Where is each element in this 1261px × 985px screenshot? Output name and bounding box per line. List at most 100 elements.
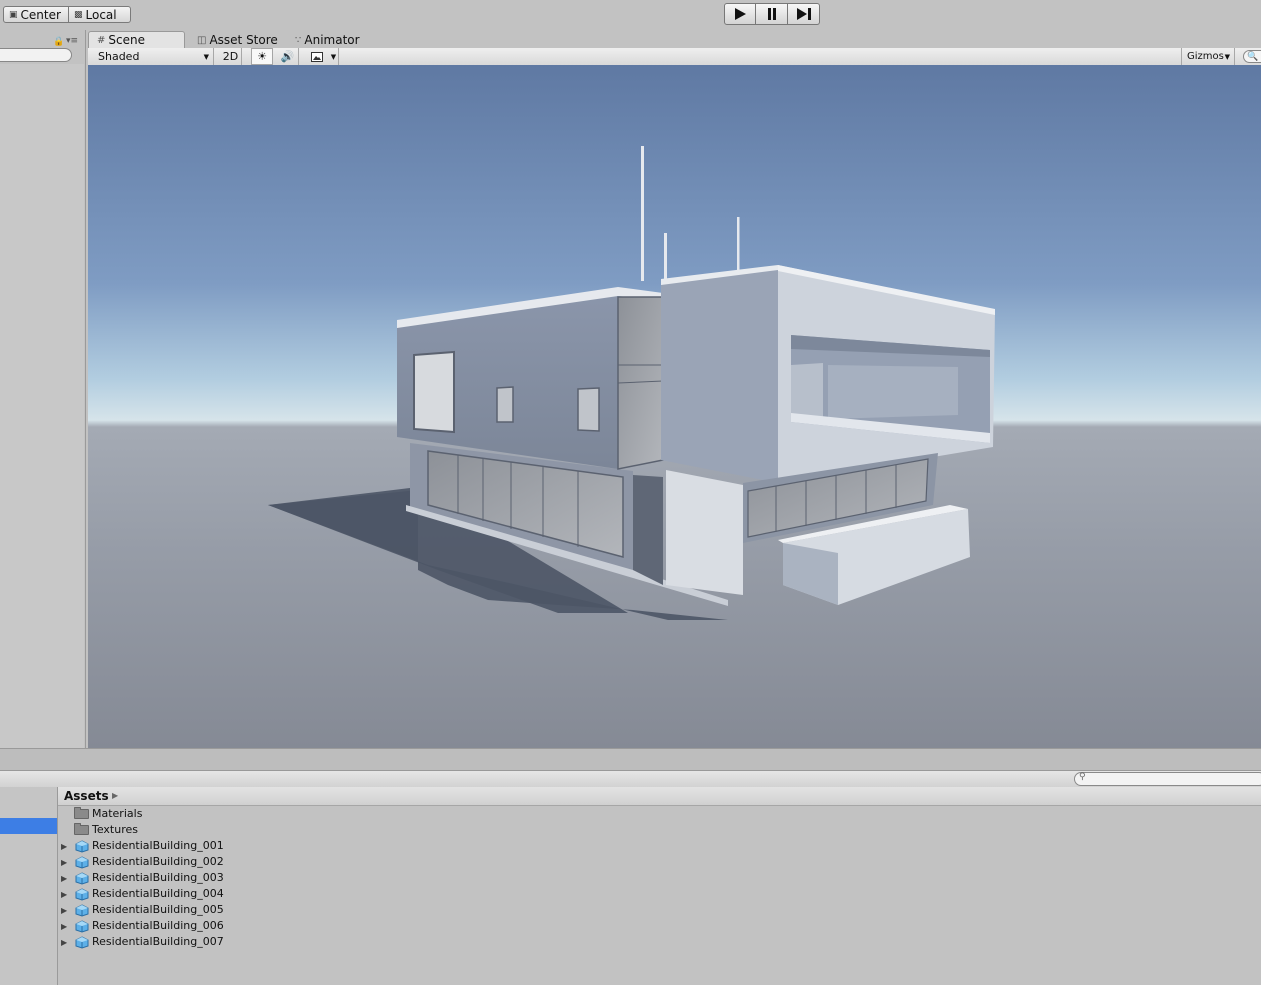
tab-asset-store[interactable]: ◫ Asset Store (197, 32, 278, 48)
prefab-icon (75, 856, 89, 869)
space-label: Local (85, 7, 117, 22)
pause-icon (767, 8, 776, 20)
pivot-icon: ▣ (9, 9, 18, 20)
list-item[interactable]: ▶ ResidentialBuilding_006 (58, 918, 458, 934)
lock-icon[interactable]: 🔒 (53, 37, 64, 47)
antenna (641, 146, 644, 281)
project-search-input[interactable]: ⚲ (1074, 772, 1261, 786)
scene-tab-bar: # Scene ◫ Asset Store ∵ Animator (86, 30, 1261, 48)
scene-viewport[interactable] (88, 65, 1261, 748)
entrance-column (666, 470, 743, 595)
tab-animator-label: Animator (304, 33, 360, 47)
hierarchy-panel: 🔒 ▾≡ (0, 30, 86, 748)
store-icon: ◫ (197, 34, 207, 46)
asset-name: ResidentialBuilding_005 (92, 903, 224, 916)
list-item[interactable]: ▶ ResidentialBuilding_007 (58, 934, 458, 950)
upper-right-side (661, 267, 778, 483)
gizmos-label: Gizmos (1187, 51, 1224, 62)
breadcrumb[interactable]: Assets (64, 789, 109, 803)
asset-list: Materials Textures ▶ ResidentialBuilding… (58, 806, 1261, 985)
asset-name: ResidentialBuilding_003 (92, 871, 224, 884)
main-toolbar: ▣ Center ▩ Local (0, 0, 1261, 30)
space-local-button[interactable]: ▩ Local (68, 6, 131, 23)
sun-icon: ☀ (257, 50, 267, 63)
prefab-icon (75, 936, 89, 949)
prefab-icon (75, 840, 89, 853)
list-item[interactable]: ▶ ResidentialBuilding_004 (58, 886, 458, 902)
grid-icon: # (97, 34, 106, 46)
expand-arrow-icon[interactable]: ▶ (61, 890, 67, 899)
breadcrumb-bar: Assets ▶ (58, 787, 1261, 806)
tab-asset-store-label: Asset Store (209, 33, 278, 47)
entrance-recess (633, 475, 663, 585)
balcony-glass (791, 363, 823, 422)
prefab-icon (75, 920, 89, 933)
panel-menu-icon[interactable]: ▾≡ (66, 36, 78, 46)
expand-arrow-icon[interactable]: ▶ (61, 906, 67, 915)
pivot-center-button[interactable]: ▣ Center (3, 6, 69, 23)
prefab-icon (75, 872, 89, 885)
speaker-icon: 🔊 (280, 50, 295, 63)
gizmos-dropdown[interactable]: Gizmos ▼ (1181, 48, 1235, 65)
dropdown-arrow-icon: ▼ (1224, 52, 1230, 61)
search-icon: ⚲ (1079, 772, 1086, 782)
project-folder-tree (0, 787, 58, 985)
search-icon: 🔍 (1247, 51, 1259, 62)
window-small (577, 387, 600, 432)
asset-name: Materials (92, 807, 143, 820)
asset-name: ResidentialBuilding_001 (92, 839, 224, 852)
list-item[interactable]: ▶ ResidentialBuilding_001 (58, 838, 458, 854)
hierarchy-search-input[interactable] (0, 48, 72, 62)
image-icon (311, 51, 323, 62)
2d-mode-toggle[interactable]: 2D (220, 48, 242, 65)
step-icon (796, 8, 811, 20)
expand-arrow-icon[interactable]: ▶ (61, 874, 67, 883)
list-item[interactable]: ▶ ResidentialBuilding_005 (58, 902, 458, 918)
scene-render (88, 65, 1261, 748)
playback-controls (724, 3, 820, 25)
window-small (496, 386, 514, 423)
asset-name: Textures (92, 823, 138, 836)
animator-icon: ∵ (295, 34, 302, 46)
asset-name: ResidentialBuilding_006 (92, 919, 224, 932)
chevron-right-icon: ▶ (112, 791, 119, 800)
antenna (737, 217, 740, 275)
expand-arrow-icon[interactable]: ▶ (61, 858, 67, 867)
cube-icon: ▩ (74, 9, 83, 20)
prefab-icon (75, 888, 89, 901)
scene-toolbar: Shaded ▼ 2D ☀ 🔊 ▼ Gizmos ▼ 🔍 (88, 48, 1261, 66)
selected-folder-row[interactable] (0, 818, 57, 834)
prefab-icon (75, 904, 89, 917)
play-icon (735, 8, 746, 20)
pivot-label: Center (20, 7, 61, 22)
hierarchy-list (0, 64, 84, 748)
effects-toggle[interactable] (306, 48, 328, 65)
expand-arrow-icon[interactable]: ▶ (61, 938, 67, 947)
list-item[interactable]: ▶ ResidentialBuilding_002 (58, 854, 458, 870)
play-button[interactable] (724, 3, 756, 25)
tab-scene[interactable]: # Scene (88, 31, 185, 48)
asset-name: ResidentialBuilding_002 (92, 855, 224, 868)
effects-dropdown-arrow[interactable]: ▼ (329, 48, 339, 65)
audio-toggle[interactable]: 🔊 (277, 48, 299, 65)
panel-divider[interactable] (0, 748, 1261, 771)
tab-animator[interactable]: ∵ Animator (295, 32, 360, 48)
project-toolbar: ⚲ (0, 770, 1261, 788)
asset-name: ResidentialBuilding_004 (92, 887, 224, 900)
folder-icon (74, 823, 89, 835)
list-item[interactable]: Materials (58, 806, 458, 822)
pause-button[interactable] (756, 3, 788, 25)
asset-name: ResidentialBuilding_007 (92, 935, 224, 948)
list-item[interactable]: ▶ ResidentialBuilding_003 (58, 870, 458, 886)
scene-search-input[interactable]: 🔍 (1243, 50, 1261, 63)
folder-icon (74, 807, 89, 819)
tab-scene-label: Scene (108, 33, 145, 47)
lighting-toggle[interactable]: ☀ (251, 48, 273, 65)
step-button[interactable] (788, 3, 820, 25)
expand-arrow-icon[interactable]: ▶ (61, 922, 67, 931)
balcony-back-wall (828, 365, 958, 419)
expand-arrow-icon[interactable]: ▶ (61, 842, 67, 851)
draw-mode-label: Shaded (98, 50, 140, 63)
list-item[interactable]: Textures (58, 822, 458, 838)
draw-mode-dropdown[interactable]: Shaded ▼ (94, 48, 214, 65)
